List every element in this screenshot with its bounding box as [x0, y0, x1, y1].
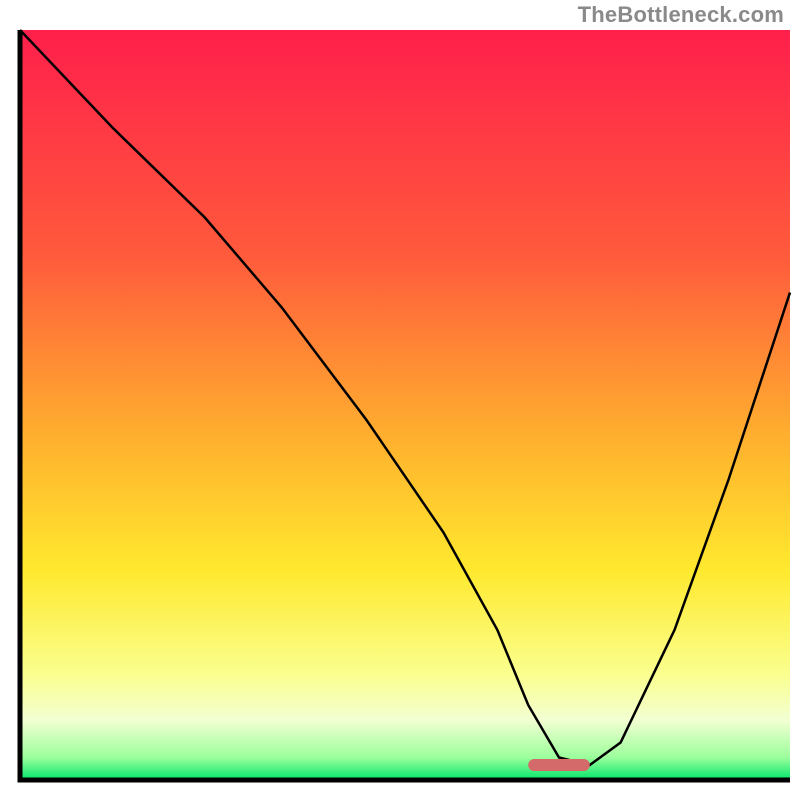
watermark-text: TheBottleneck.com: [578, 2, 784, 28]
optimal-marker: [528, 759, 590, 771]
plot-background: [20, 30, 790, 780]
bottleneck-chart: [0, 0, 800, 800]
chart-container: TheBottleneck.com: [0, 0, 800, 800]
